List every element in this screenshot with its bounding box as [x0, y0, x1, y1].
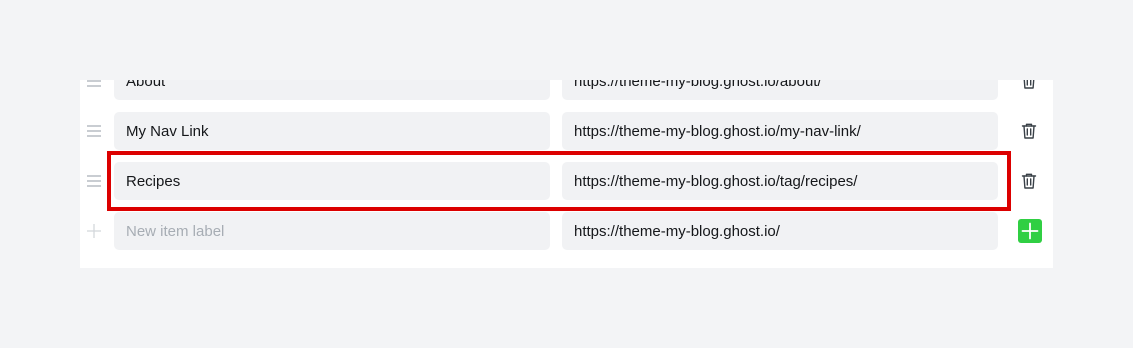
navigation-panel: About https://theme-my-blog.ghost.io/abo…	[80, 80, 1053, 268]
nav-item-label-field[interactable]: My Nav Link	[114, 112, 550, 150]
drag-handle-icon[interactable]	[86, 174, 102, 188]
nav-item-url-value: https://theme-my-blog.ghost.io/tag/recip…	[574, 172, 858, 190]
nav-item-url-value: https://theme-my-blog.ghost.io/about/	[574, 80, 822, 90]
drag-handle-icon[interactable]	[86, 80, 102, 88]
drag-handle-icon[interactable]	[86, 124, 102, 138]
nav-item-row: Recipes https://theme-my-blog.ghost.io/t…	[80, 162, 1053, 200]
nav-item-url-value: https://theme-my-blog.ghost.io/my-nav-li…	[574, 122, 861, 140]
nav-item-url-field[interactable]: https://theme-my-blog.ghost.io/tag/recip…	[562, 162, 998, 200]
trash-icon[interactable]	[1020, 172, 1038, 190]
nav-item-label-value: My Nav Link	[126, 122, 209, 140]
new-item-label-field[interactable]	[114, 212, 550, 250]
nav-item-label-field[interactable]: Recipes	[114, 162, 550, 200]
nav-item-url-field[interactable]: https://theme-my-blog.ghost.io/my-nav-li…	[562, 112, 998, 150]
trash-icon[interactable]	[1020, 122, 1038, 140]
nav-item-label-field[interactable]: About	[114, 80, 550, 100]
new-item-url-field[interactable]: https://theme-my-blog.ghost.io/	[562, 212, 998, 250]
new-item-row: https://theme-my-blog.ghost.io/	[80, 212, 1053, 250]
nav-item-label-value: About	[126, 80, 166, 90]
new-item-label-input[interactable]	[126, 222, 538, 240]
nav-item-url-field[interactable]: https://theme-my-blog.ghost.io/about/	[562, 80, 998, 100]
nav-item-row: My Nav Link https://theme-my-blog.ghost.…	[80, 112, 1053, 150]
nav-item-label-value: Recipes	[126, 172, 181, 190]
trash-icon[interactable]	[1020, 80, 1038, 90]
add-item-button[interactable]	[1018, 219, 1042, 243]
nav-item-row: About https://theme-my-blog.ghost.io/abo…	[80, 80, 1053, 100]
plus-icon	[86, 224, 102, 238]
new-item-url-value: https://theme-my-blog.ghost.io/	[574, 222, 780, 240]
